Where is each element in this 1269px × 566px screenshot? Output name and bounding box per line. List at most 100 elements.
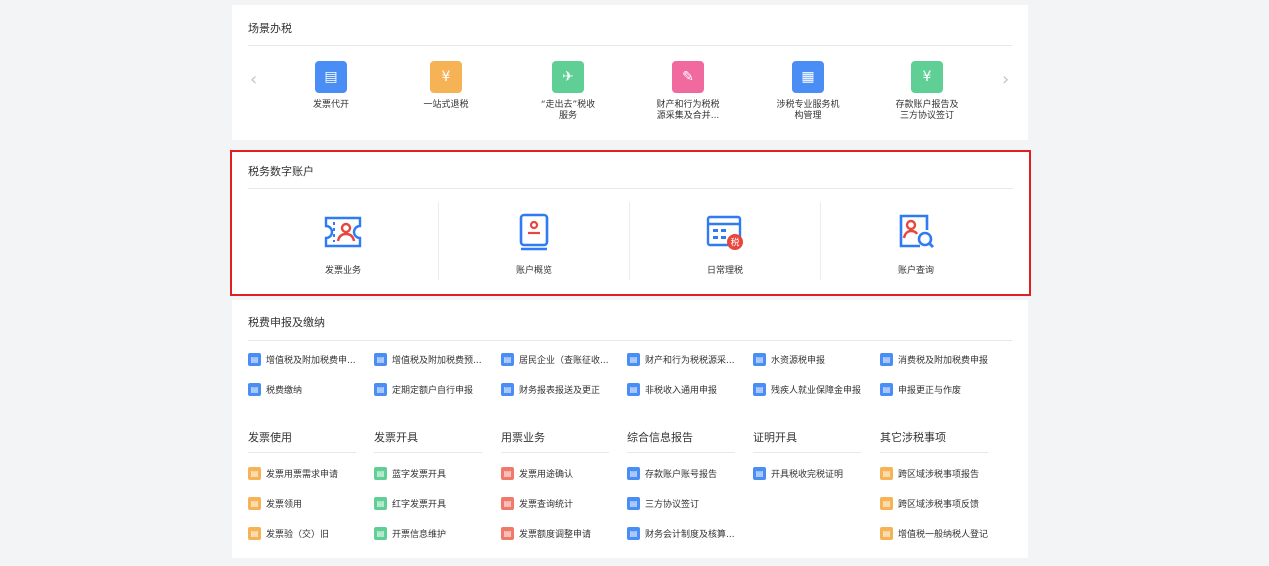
column-heading: 发票使用 xyxy=(248,431,292,444)
document-icon: ▤ xyxy=(248,467,261,480)
invoice-link-label: 存款账户账号报告 xyxy=(645,470,718,480)
invoice-link-label: 发票额度调整申请 xyxy=(519,530,592,540)
declaration-link[interactable]: ▤ 定期定额户自行申报 xyxy=(374,383,473,396)
invoice-link[interactable]: ▤ 发票用途确认 xyxy=(501,467,573,480)
form-icon: ▤ xyxy=(627,383,640,396)
invoice-link-label: 增值税一般纳税人登记 xyxy=(898,530,989,540)
invoice-link[interactable]: ▤ 存款账户账号报告 xyxy=(627,467,717,480)
invoice-link-label: 财务会计制度及核算... xyxy=(645,530,735,540)
scene-item-label: 发票代开 xyxy=(312,100,349,110)
form-icon: ▤ xyxy=(627,353,640,366)
scene-item-label: 财产和行为税税 源采集及合并... xyxy=(656,100,720,121)
document-icon: ▤ xyxy=(248,497,261,510)
declaration-link[interactable]: ▤ 残疾人就业保障金申报 xyxy=(753,383,861,396)
scene-item-label: “走出去”税收 服务 xyxy=(540,100,596,121)
divider xyxy=(880,452,988,453)
scene-item[interactable]: ▦ 涉税专业服务机 构管理 xyxy=(758,61,858,122)
divider xyxy=(753,452,861,453)
declaration-link-label: 财务报表报送及更正 xyxy=(519,386,601,396)
declaration-link[interactable]: ▤ 增值税及附加税费申... xyxy=(248,353,356,366)
scene-item-label: 一站式退税 xyxy=(423,100,469,110)
user-search-icon xyxy=(899,214,934,248)
declaration-link-label: 税费缴纳 xyxy=(266,386,303,396)
divider xyxy=(248,340,1012,341)
tax-calendar-icon: 税 xyxy=(706,215,743,250)
account-book-icon xyxy=(519,213,549,251)
declaration-link-label: 财产和行为税税源采... xyxy=(645,356,735,366)
carousel-prev-icon[interactable]: ‹ xyxy=(250,71,257,89)
declaration-link-label: 消费税及附加税费申报 xyxy=(898,356,989,366)
invoice-link[interactable]: ▤ 开票信息维护 xyxy=(374,527,446,540)
invoice-link[interactable]: ▤ 发票用票需求申请 xyxy=(248,467,338,480)
form-icon: ▤ xyxy=(248,353,261,366)
scene-service-icon: ✎ xyxy=(672,61,704,93)
invoice-link[interactable]: ▤ 红字发票开具 xyxy=(374,497,446,510)
form-icon: ▤ xyxy=(880,353,893,366)
invoice-link-label: 三方协议签订 xyxy=(645,500,700,510)
declaration-link[interactable]: ▤ 税费缴纳 xyxy=(248,383,302,396)
scene-item-label: 存款账户报告及 三方协议签订 xyxy=(895,100,959,121)
document-icon: ▤ xyxy=(627,497,640,510)
scene-item[interactable]: ¥ 一站式退税 xyxy=(396,61,496,111)
column-heading: 综合信息报告 xyxy=(627,431,693,444)
scene-title: 场景办税 xyxy=(248,22,292,35)
scene-service-icon: ✈ xyxy=(552,61,584,93)
declaration-link[interactable]: ▤ 财产和行为税税源采... xyxy=(627,353,735,366)
account-item-label: 日常理税 xyxy=(706,266,743,276)
declaration-link[interactable]: ▤ 申报更正与作废 xyxy=(880,383,961,396)
form-icon: ▤ xyxy=(753,353,766,366)
form-icon: ▤ xyxy=(753,383,766,396)
invoice-link-label: 开具税收完税证明 xyxy=(771,470,844,480)
scene-service-icon: ¥ xyxy=(911,61,943,93)
scene-item[interactable]: ✈ “走出去”税收 服务 xyxy=(518,61,618,122)
svg-text:税: 税 xyxy=(730,237,739,249)
declaration-link[interactable]: ▤ 消费税及附加税费申报 xyxy=(880,353,988,366)
declaration-link[interactable]: ▤ 财务报表报送及更正 xyxy=(501,383,600,396)
invoice-link[interactable]: ▤ 发票额度调整申请 xyxy=(501,527,591,540)
account-title: 税务数字账户 xyxy=(248,165,314,178)
account-item-query[interactable]: 账户查询 xyxy=(821,202,1011,280)
invoice-link[interactable]: ▤ 蓝字发票开具 xyxy=(374,467,446,480)
account-item-invoice-business[interactable]: 发票业务 xyxy=(248,202,438,280)
column-heading: 用票业务 xyxy=(501,431,545,444)
invoice-link[interactable]: ▤ 三方协议签订 xyxy=(627,497,699,510)
document-icon: ▤ xyxy=(627,527,640,540)
document-icon: ▤ xyxy=(501,497,514,510)
invoice-link[interactable]: ▤ 跨区域涉税事项报告 xyxy=(880,467,979,480)
scene-item[interactable]: ▤ 发票代开 xyxy=(281,61,381,111)
account-item-label: 账户查询 xyxy=(897,266,934,276)
invoice-link-label: 红字发票开具 xyxy=(392,500,447,510)
scene-item[interactable]: ✎ 财产和行为税税 源采集及合并... xyxy=(638,61,738,122)
carousel-next-icon[interactable]: › xyxy=(1002,71,1009,89)
document-icon: ▤ xyxy=(374,467,387,480)
divider xyxy=(501,452,609,453)
declaration-link[interactable]: ▤ 居民企业（查账征收... xyxy=(501,353,609,366)
invoice-link-label: 发票用途确认 xyxy=(519,470,574,480)
invoice-link-label: 发票领用 xyxy=(266,500,303,510)
invoice-link[interactable]: ▤ 财务会计制度及核算... xyxy=(627,527,735,540)
declaration-link[interactable]: ▤ 增值税及附加税费预... xyxy=(374,353,482,366)
document-icon: ▤ xyxy=(627,467,640,480)
divider xyxy=(627,452,735,453)
declaration-title: 税费申报及缴纳 xyxy=(248,316,325,329)
document-icon: ▤ xyxy=(753,467,766,480)
invoice-link[interactable]: ▤ 发票查询统计 xyxy=(501,497,573,510)
invoice-link[interactable]: ▤ 跨区域涉税事项反馈 xyxy=(880,497,979,510)
invoice-card: 发票使用 ▤ 发票用票需求申请 ▤ 发票领用 ▤ 发票验（交）旧 发票开具 ▤ 蓝字发票开具 ▤ 红字… xyxy=(232,412,1028,558)
document-icon: ▤ xyxy=(880,527,893,540)
document-icon: ▤ xyxy=(248,527,261,540)
invoice-link-label: 开票信息维护 xyxy=(392,530,447,540)
account-item-overview[interactable]: 账户概览 xyxy=(439,202,629,280)
invoice-link-label: 蓝字发票开具 xyxy=(392,470,447,480)
account-item-daily-tax[interactable]: 税 日常理税 xyxy=(630,202,820,280)
invoice-link[interactable]: ▤ 增值税一般纳税人登记 xyxy=(880,527,988,540)
scene-item[interactable]: ¥ 存款账户报告及 三方协议签订 xyxy=(877,61,977,122)
declaration-link[interactable]: ▤ 水资源税申报 xyxy=(753,353,825,366)
invoice-link[interactable]: ▤ 开具税收完税证明 xyxy=(753,467,843,480)
column-heading: 发票开具 xyxy=(374,431,418,444)
invoice-link[interactable]: ▤ 发票领用 xyxy=(248,497,302,510)
ticket-user-icon xyxy=(324,216,362,248)
document-icon: ▤ xyxy=(374,497,387,510)
declaration-link[interactable]: ▤ 非税收入通用申报 xyxy=(627,383,717,396)
invoice-link[interactable]: ▤ 发票验（交）旧 xyxy=(248,527,329,540)
